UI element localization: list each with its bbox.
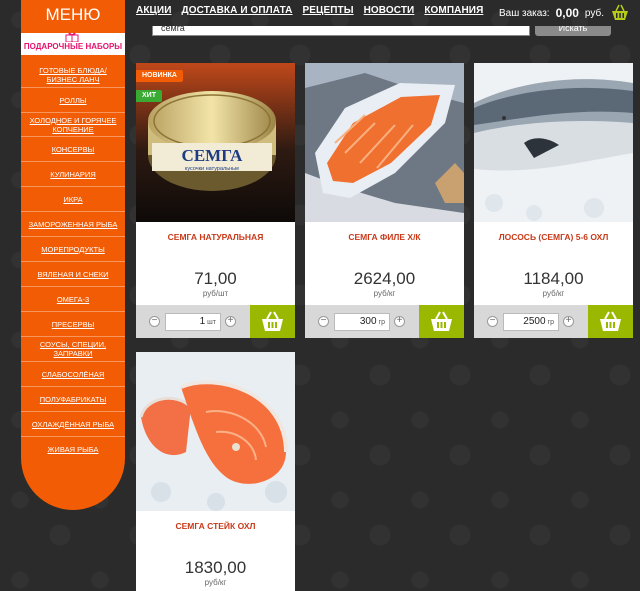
add-to-cart-button[interactable] [419,305,464,338]
badge-hit: ХИТ [136,90,162,102]
nav-link-recipes[interactable]: РЕЦЕПТЫ [303,5,354,21]
add-to-cart-button[interactable] [250,305,295,338]
quantity-bar: − 1 шт + [136,305,295,338]
quantity-decrease-button[interactable]: − [318,316,329,327]
quantity-decrease-button[interactable]: − [149,316,160,327]
product-price: 2624,00 [353,269,416,288]
product-card: СЕМГА ФИЛЕ Х/К 2624,00 руб/кг − 300 гр + [305,63,464,338]
quantity-unit: шт [207,319,216,326]
search-input[interactable]: семга [152,26,530,36]
product-card: ЛОСОСЬ (СЕМГА) 5-6 ОХЛ 1184,00 руб/кг − … [474,63,633,338]
top-nav: АКЦИИ ДОСТАВКА И ОПЛАТА РЕЦЕПТЫ НОВОСТИ … [136,5,483,21]
sidebar-menu: МЕНЮ ПОДАРОЧНЫЕ НАБОРЫ ГОТОВЫЕ БЛЮДА/БИЗ… [21,0,125,510]
sidebar-item-canned[interactable]: КОНСЕРВЫ [21,137,125,162]
quantity-increase-button[interactable]: + [225,316,236,327]
product-image[interactable]: СЕМГА кусочки натуральные НОВИНКА ХИТ [136,63,295,222]
product-image[interactable] [474,63,633,222]
sidebar-item-frozen-fish[interactable]: ЗАМОРОЖЕННАЯ РЫБА [21,212,125,237]
product-image[interactable] [136,352,295,511]
sidebar-item-chilled-fish[interactable]: ОХЛАЖДЁННАЯ РЫБА [21,412,125,437]
quantity-unit: гр [547,319,554,326]
sidebar-item-label: ПОДАРОЧНЫЕ НАБОРЫ [23,42,123,51]
quantity-input[interactable]: 300 гр [334,313,390,331]
can-label-text: СЕМГА [182,146,244,165]
basket-icon [600,311,621,331]
product-name[interactable]: СЕМГА СТЕЙК ОХЛ [136,521,295,531]
order-total: 0,00 [555,6,579,20]
product-price: 1830,00 [184,558,247,577]
nav-link-promotions[interactable]: АКЦИИ [136,5,172,21]
product-name[interactable]: СЕМГА ФИЛЕ Х/К [305,232,464,242]
sidebar-item-gift-sets[interactable]: ПОДАРОЧНЫЕ НАБОРЫ [21,32,125,55]
quantity-unit: гр [378,319,385,326]
sidebar-item-culinary[interactable]: КУЛИНАРИЯ [21,162,125,187]
product-unit: руб/кг [373,289,396,298]
search-button[interactable]: Искать [535,26,611,36]
product-name[interactable]: СЕМГА НАТУРАЛЬНАЯ [136,232,295,242]
order-summary[interactable]: Ваш заказ: 0,00 руб. [499,3,630,23]
order-currency: руб. [584,7,604,19]
sidebar-item-caviar[interactable]: ИКРА [21,187,125,212]
sidebar-item-live-fish[interactable]: ЖИВАЯ РЫБА [21,437,125,462]
product-name[interactable]: ЛОСОСЬ (СЕМГА) 5-6 ОХЛ [474,232,633,242]
sidebar-item-dried-snacks[interactable]: ВЯЛЕНАЯ И СНЕКИ [21,262,125,287]
basket-icon[interactable] [610,3,630,23]
quantity-input[interactable]: 2500 гр [503,313,559,331]
product-unit: руб/кг [542,289,565,298]
sidebar-list: ГОТОВЫЕ БЛЮДА/БИЗНЕС ЛАНЧ РОЛЛЫ ХОЛОДНОЕ… [21,63,125,462]
product-unit: руб/шт [202,289,229,298]
sidebar-item-omega3[interactable]: ОМЕГА-3 [21,287,125,312]
sidebar-item-sauces[interactable]: СОУСЫ, СПЕЦИИ, ЗАПРАВКИ [21,337,125,362]
product-card: СЕМГА кусочки натуральные НОВИНКА ХИТ СЕ… [136,63,295,338]
can-subtitle-text: кусочки натуральные [185,166,239,172]
sidebar-item-rolls[interactable]: РОЛЛЫ [21,88,125,113]
nav-link-company[interactable]: КОМПАНИЯ [424,5,483,21]
quantity-value: 1 [199,316,206,327]
quantity-increase-button[interactable]: + [563,316,574,327]
quantity-value: 2500 [523,316,546,327]
quantity-bar: − 300 гр + [305,305,464,338]
badge-new: НОВИНКА [136,70,183,82]
order-label: Ваш заказ: [498,7,550,19]
quantity-increase-button[interactable]: + [394,316,405,327]
quantity-input[interactable]: 1 шт [165,313,221,331]
quantity-bar: − 2500 гр + [474,305,633,338]
gift-icon [65,32,79,42]
sidebar-item-semi-finished[interactable]: ПОЛУФАБРИКАТЫ [21,387,125,412]
sidebar-item-preserves[interactable]: ПРЕСЕРВЫ [21,312,125,337]
sidebar-item-smoked[interactable]: ХОЛОДНОЕ И ГОРЯЧЕЕ КОПЧЕНИЕ [21,113,125,137]
product-price: 71,00 [194,269,237,288]
sidebar-item-seafood[interactable]: МОРЕПРОДУКТЫ [21,237,125,262]
add-to-cart-button[interactable] [588,305,633,338]
sidebar-item-lightly-salted[interactable]: СЛАБОСОЛЁНАЯ [21,362,125,387]
basket-icon [431,311,452,331]
product-unit: руб/кг [204,578,227,587]
basket-icon [262,311,283,331]
product-card: СЕМГА СТЕЙК ОХЛ 1830,00 руб/кг [136,352,295,591]
nav-link-delivery[interactable]: ДОСТАВКА И ОПЛАТА [182,5,293,21]
product-price: 1184,00 [523,269,584,288]
menu-title: МЕНЮ [45,5,101,24]
quantity-decrease-button[interactable]: − [487,316,498,327]
nav-link-news[interactable]: НОВОСТИ [364,5,415,21]
quantity-value: 300 [359,316,377,327]
product-image[interactable] [305,63,464,222]
sidebar-item-ready-meals[interactable]: ГОТОВЫЕ БЛЮДА/БИЗНЕС ЛАНЧ [21,63,125,88]
